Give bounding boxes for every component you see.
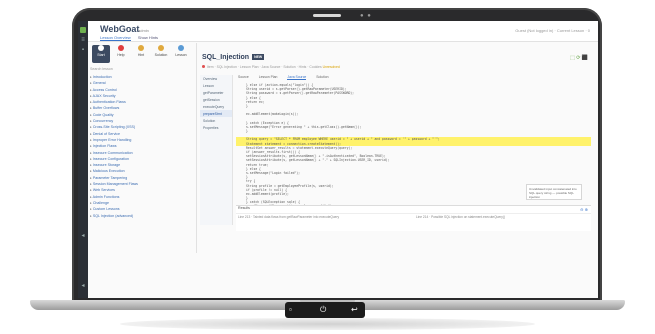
code-editor[interactable]: } else if (action.equals("login")) { Str…: [236, 83, 591, 223]
recent-apps-icon[interactable]: ▫: [289, 305, 292, 314]
tab-lesson-overview[interactable]: Lesson Overview: [100, 35, 131, 41]
top-tabs: Lesson Overview Show Hints: [100, 35, 164, 41]
brand-subtitle: admin: [138, 28, 149, 33]
tree-item[interactable]: SQL Injection (advanced): [90, 214, 195, 220]
result-item-left[interactable]: Line 213 · Tainted data flows from getRa…: [238, 215, 339, 219]
lesson-button[interactable]: Lesson: [172, 45, 190, 63]
lesson-icon: [178, 45, 184, 51]
settings-icon[interactable]: ◂: [80, 283, 86, 289]
laptop-screen: ≡ ▪ ◂ ◂ WebGoat admin Lesson Overview Sh…: [78, 21, 598, 298]
code-gutter: [227, 83, 233, 223]
user-info: Guest (Not logged in) · Current Lesson ·…: [515, 28, 590, 33]
power-icon[interactable]: ⏻: [320, 305, 326, 315]
menu-icon[interactable]: ≡: [80, 37, 86, 43]
doc-meta: Item · SQL Injection · Lesson Plan · Jav…: [202, 65, 340, 69]
editor-tab[interactable]: Source: [238, 75, 249, 79]
help-icon: [118, 45, 124, 51]
solution-button[interactable]: Solution: [152, 45, 170, 63]
lesson-tree: Search lesson IntroductionGeneralAccess …: [90, 67, 195, 247]
results-zoom-icons[interactable]: ⊖ ⊕: [580, 207, 588, 212]
editor-tab[interactable]: Java Source: [287, 75, 307, 80]
results-title: Results: [236, 206, 591, 214]
back-icon[interactable]: ↩: [351, 305, 358, 314]
new-badge: NEW: [252, 54, 265, 61]
issue-tooltip: Unvalidated input concatenated into SQL …: [526, 184, 582, 200]
subnav-item[interactable]: Overview: [200, 75, 232, 82]
help-button[interactable]: Help: [112, 45, 130, 63]
info-icon[interactable]: ◂: [80, 233, 86, 239]
left-activity-bar: ≡ ▪ ◂ ◂: [78, 21, 88, 298]
brand-title: WebGoat: [100, 24, 140, 34]
result-item-right[interactable]: Line 214 · Possible SQL injection on sta…: [416, 215, 505, 219]
editor-tab[interactable]: Lesson Plan: [259, 75, 278, 79]
hint-button[interactable]: Hint: [132, 45, 150, 63]
toolbar: Start Help Hint Solution Lesson: [88, 43, 198, 65]
tab-show-hints[interactable]: Show Hints: [138, 35, 158, 40]
right-tools[interactable]: ⬚ ⟳ ⬛: [570, 55, 588, 61]
results-panel: Results ⊖ ⊕ Line 213 · Tainted data flow…: [236, 205, 591, 231]
start-button[interactable]: Start: [92, 45, 110, 63]
page-title: SQL_Injection NEW: [202, 54, 265, 61]
solution-icon: [158, 45, 164, 51]
top-bar: WebGoat admin Lesson Overview Show Hints…: [88, 21, 598, 42]
bookmark-icon[interactable]: ▪: [80, 47, 86, 53]
editor-tab[interactable]: Solution: [316, 75, 328, 79]
app-logo-icon[interactable]: [80, 27, 86, 33]
device-nav-bar: ▫ ⏻ ↩: [285, 302, 365, 318]
hint-icon: [138, 45, 144, 51]
camera-bar: [313, 14, 341, 17]
panel-divider[interactable]: [196, 43, 197, 253]
laptop-shadow: [120, 318, 535, 330]
status-badge: Unresolved: [322, 65, 340, 69]
camera-dots: ● ●: [360, 13, 372, 19]
start-icon: [98, 45, 104, 51]
tree-search[interactable]: Search lesson: [90, 67, 195, 73]
status-dot-icon: [202, 65, 205, 68]
editor-tabs: Source Lesson Plan Java Source Solution: [238, 75, 588, 83]
